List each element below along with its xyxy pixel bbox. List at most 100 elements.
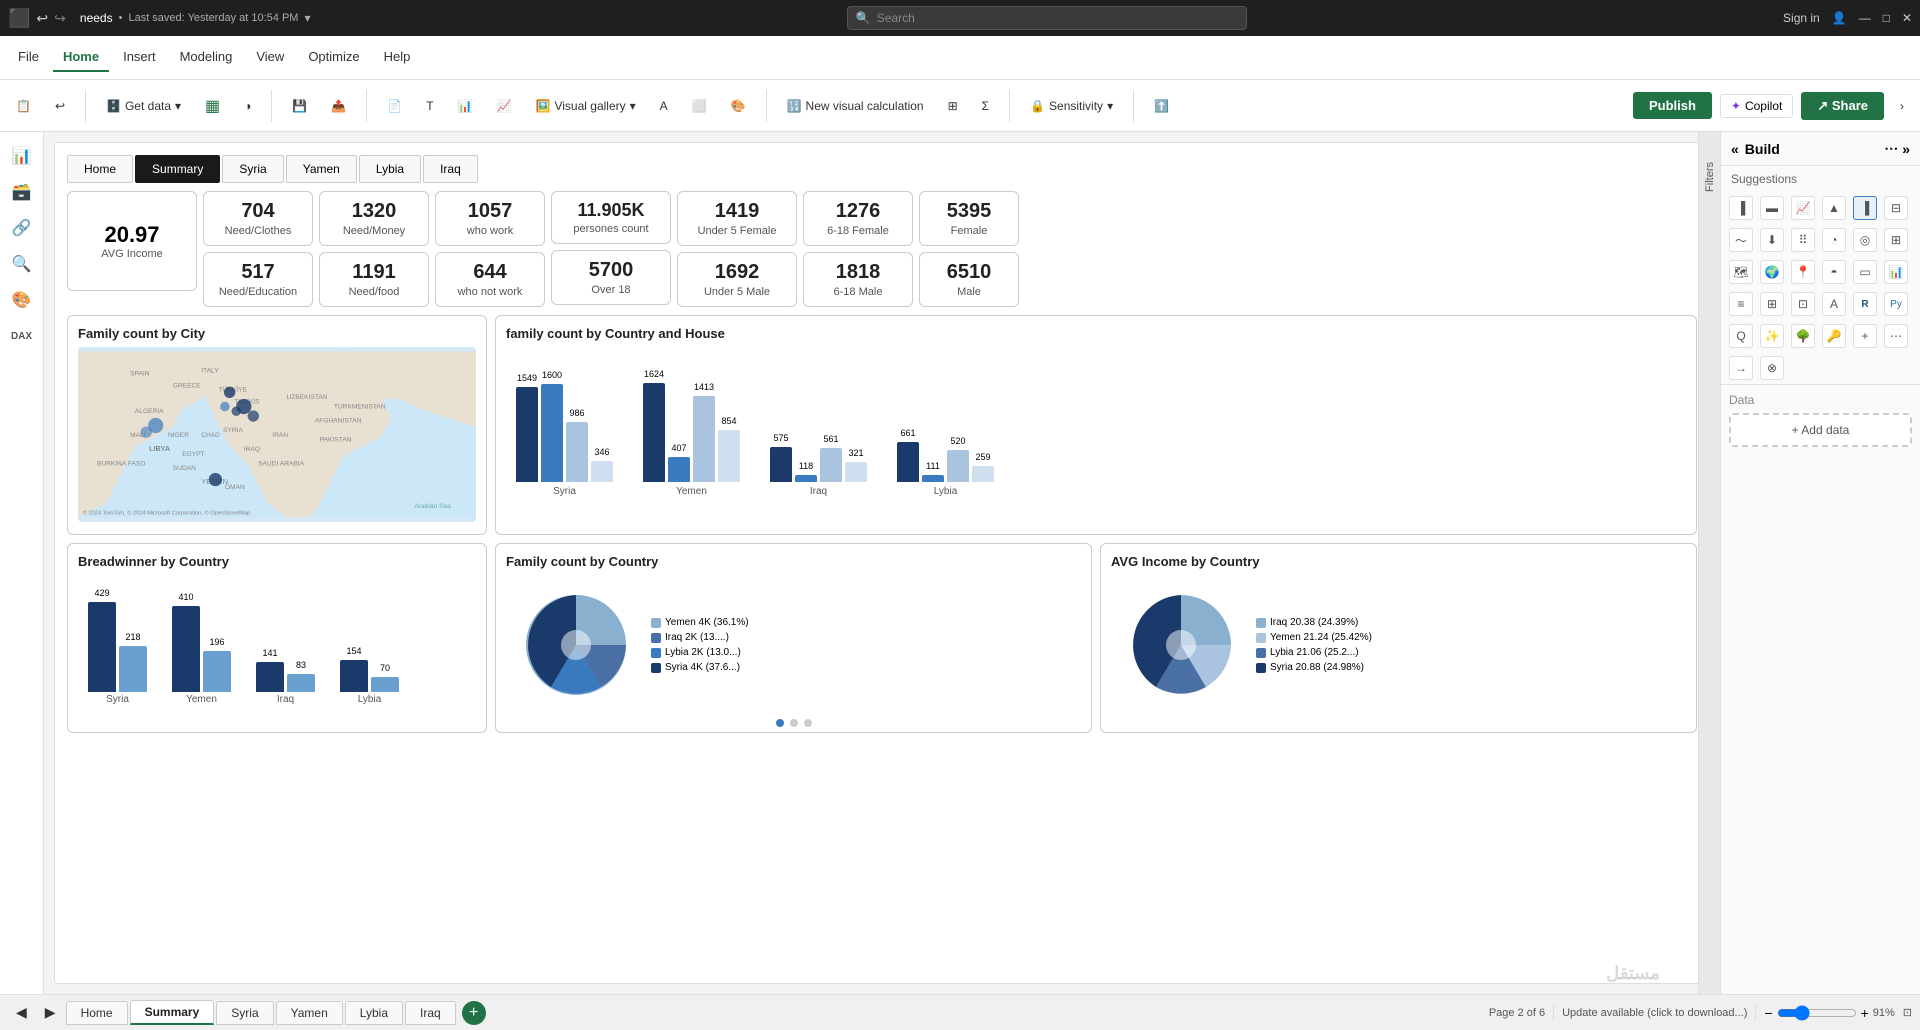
nav-tab-lybia[interactable]: Lybia xyxy=(359,155,421,183)
viz-icon-extra[interactable]: ⊗ xyxy=(1760,356,1784,380)
more-btn[interactable]: › xyxy=(1892,95,1912,117)
viz-icon-100bar[interactable]: ⊟ xyxy=(1884,196,1908,220)
dropdown-arrow[interactable]: ▾ xyxy=(304,11,310,25)
save-btn[interactable]: 💾 xyxy=(284,95,315,117)
bottom-tab-yamen[interactable]: Yamen xyxy=(276,1001,343,1025)
app-icon[interactable]: ⬛ xyxy=(8,8,30,29)
viz-icon-treemap[interactable]: ⊞ xyxy=(1884,228,1908,252)
viz-icon-r[interactable]: R xyxy=(1853,292,1877,316)
explore-icon[interactable]: 🔍 xyxy=(6,248,38,280)
viz-icon-column[interactable]: ▐ xyxy=(1853,196,1877,220)
breadwinner-panel[interactable]: Breadwinner by Country 429 xyxy=(67,543,487,733)
ribbon-tab-view[interactable]: View xyxy=(246,43,294,72)
user-icon[interactable]: 👤 xyxy=(1832,11,1847,25)
text-box-btn[interactable]: A xyxy=(652,95,676,117)
viz-icon-card[interactable]: ▭ xyxy=(1853,260,1877,284)
viz-icon-donut[interactable]: ◎ xyxy=(1853,228,1877,252)
undo-toolbar-btn[interactable]: ↩ xyxy=(47,95,73,117)
nav-tab-iraq[interactable]: Iraq xyxy=(423,155,478,183)
family-count-country-panel[interactable]: Family count by Country xyxy=(495,543,1092,733)
viz-icon-scatter[interactable]: ⠿ xyxy=(1791,228,1815,252)
format-btn[interactable]: 🎨 xyxy=(723,95,754,117)
publish-icon-btn[interactable]: ⬆️ xyxy=(1146,95,1177,117)
zoom-slider[interactable] xyxy=(1777,1005,1857,1021)
family-count-country-house-panel[interactable]: family count by Country and House 1549 xyxy=(495,315,1697,535)
viz-icon-py[interactable]: Py xyxy=(1884,292,1908,316)
close-btn[interactable]: ✕ xyxy=(1902,11,1912,25)
viz-icon-custom[interactable]: + xyxy=(1853,324,1877,348)
ribbon-tab-help[interactable]: Help xyxy=(374,43,421,72)
viz-icon-line[interactable]: 📈 xyxy=(1791,196,1815,220)
expand-icon[interactable]: » xyxy=(1902,141,1910,157)
new-visual-calc-btn[interactable]: 🔢 New visual calculation xyxy=(779,95,932,117)
data-icon[interactable]: 🗃️ xyxy=(6,176,38,208)
ribbon-tab-insert[interactable]: Insert xyxy=(113,43,166,72)
ribbon-tab-home[interactable]: Home xyxy=(53,43,109,72)
filters-sidebar[interactable]: Filters xyxy=(1698,132,1720,994)
export-btn[interactable]: 📤 xyxy=(323,95,354,117)
ribbon-tab-file[interactable]: File xyxy=(8,43,49,72)
maximize-btn[interactable]: □ xyxy=(1883,11,1890,25)
map-area[interactable]: SPAIN ITALY GREECE TÜRKİYE ALGERIA MALI … xyxy=(78,347,476,522)
viz-icon-decomp[interactable]: 🌳 xyxy=(1791,324,1815,348)
nav-tab-syria[interactable]: Syria xyxy=(222,155,283,183)
viz-icon-more[interactable]: ⋯ xyxy=(1884,324,1908,348)
nav-tab-yamen[interactable]: Yamen xyxy=(286,155,357,183)
viz-icon-key[interactable]: 🔑 xyxy=(1822,324,1846,348)
bottom-tab-summary[interactable]: Summary xyxy=(130,1000,215,1025)
viz-icon-table[interactable]: ⊞ xyxy=(1760,292,1784,316)
clipboard-btn[interactable]: 📋 xyxy=(8,95,39,117)
add-data-btn[interactable]: + Add data xyxy=(1729,413,1912,447)
page-nav-prev[interactable]: ◀ xyxy=(8,1000,35,1025)
sign-in-label[interactable]: Sign in xyxy=(1783,11,1820,25)
shapes-btn[interactable]: ⬜ xyxy=(684,95,715,117)
table-btn[interactable]: ⊞ xyxy=(940,95,966,117)
collapse-icon[interactable]: « xyxy=(1731,141,1739,157)
nav-tab-summary[interactable]: Summary xyxy=(135,155,220,183)
zoom-out-btn[interactable]: − xyxy=(1764,1005,1772,1021)
ribbon-tab-modeling[interactable]: Modeling xyxy=(170,43,243,72)
viz-icon-area[interactable]: ▲ xyxy=(1822,196,1846,220)
add-visual2-btn[interactable]: 📈 xyxy=(489,95,520,117)
excel-btn[interactable]: ▦ xyxy=(197,92,228,120)
share-btn[interactable]: ↗ Share xyxy=(1801,92,1884,120)
viz-icon-smart[interactable]: ✨ xyxy=(1760,324,1784,348)
viz-icon-bar[interactable]: ▐ xyxy=(1729,196,1753,220)
update-text[interactable]: Update available (click to download...) xyxy=(1562,1007,1747,1019)
undo-btn[interactable]: ↩ xyxy=(36,10,48,27)
zoom-in-btn[interactable]: + xyxy=(1861,1005,1869,1021)
sensitivity-btn[interactable]: 🔒 Sensitivity ▾ xyxy=(1022,95,1121,117)
add-visual-btn[interactable]: 📊 xyxy=(450,95,481,117)
viz-icon-ribbon[interactable]: 〜 xyxy=(1729,228,1753,252)
copilot-btn[interactable]: ✦ Copilot xyxy=(1720,94,1793,118)
viz-icon-waterfall[interactable]: ⬇ xyxy=(1760,228,1784,252)
publish-btn[interactable]: Publish xyxy=(1633,92,1712,119)
family-count-city-panel[interactable]: Family count by City xyxy=(67,315,487,535)
viz-icon-gauge[interactable]: ◓ xyxy=(1822,260,1846,284)
add-tab-btn[interactable]: + xyxy=(462,1001,486,1025)
viz-icon-map[interactable]: 🗺 xyxy=(1729,260,1753,284)
bottom-tab-syria[interactable]: Syria xyxy=(216,1001,273,1025)
more-options-icon[interactable]: ⋯ xyxy=(1884,140,1898,157)
dax-icon[interactable]: DAX xyxy=(6,320,38,352)
visual-gallery-btn[interactable]: 🖼️ Visual gallery ▾ xyxy=(528,95,644,117)
viz-icon-fill-map[interactable]: 🌍 xyxy=(1760,260,1784,284)
avg-income-country-panel[interactable]: AVG Income by Country Iraq xyxy=(1100,543,1697,733)
nav-tab-home[interactable]: Home xyxy=(67,155,133,183)
bottom-tab-lybia[interactable]: Lybia xyxy=(345,1001,403,1025)
viz-icon-slicer[interactable]: ≡ xyxy=(1729,292,1753,316)
viz-icon-arrow[interactable]: → xyxy=(1729,356,1753,380)
bottom-tab-home[interactable]: Home xyxy=(66,1001,128,1025)
viz-icon-kpi[interactable]: 📊 xyxy=(1884,260,1908,284)
get-data-btn[interactable]: 🗄️ Get data ▾ xyxy=(98,95,189,117)
viz-icon-text[interactable]: A xyxy=(1822,292,1846,316)
minimize-btn[interactable]: — xyxy=(1859,11,1871,25)
fit-page-btn[interactable]: ⊡ xyxy=(1903,1006,1912,1019)
page-nav-next[interactable]: ▶ xyxy=(37,1000,64,1025)
new-page-btn[interactable]: 📄 xyxy=(379,95,410,117)
viz-icon-qanda[interactable]: Q xyxy=(1729,324,1753,348)
format-icon[interactable]: 🎨 xyxy=(6,284,38,316)
reports-icon[interactable]: 📊 xyxy=(6,140,38,172)
viz-icon-matrix[interactable]: ⊡ xyxy=(1791,292,1815,316)
calc-btn2[interactable]: Σ xyxy=(974,95,997,117)
